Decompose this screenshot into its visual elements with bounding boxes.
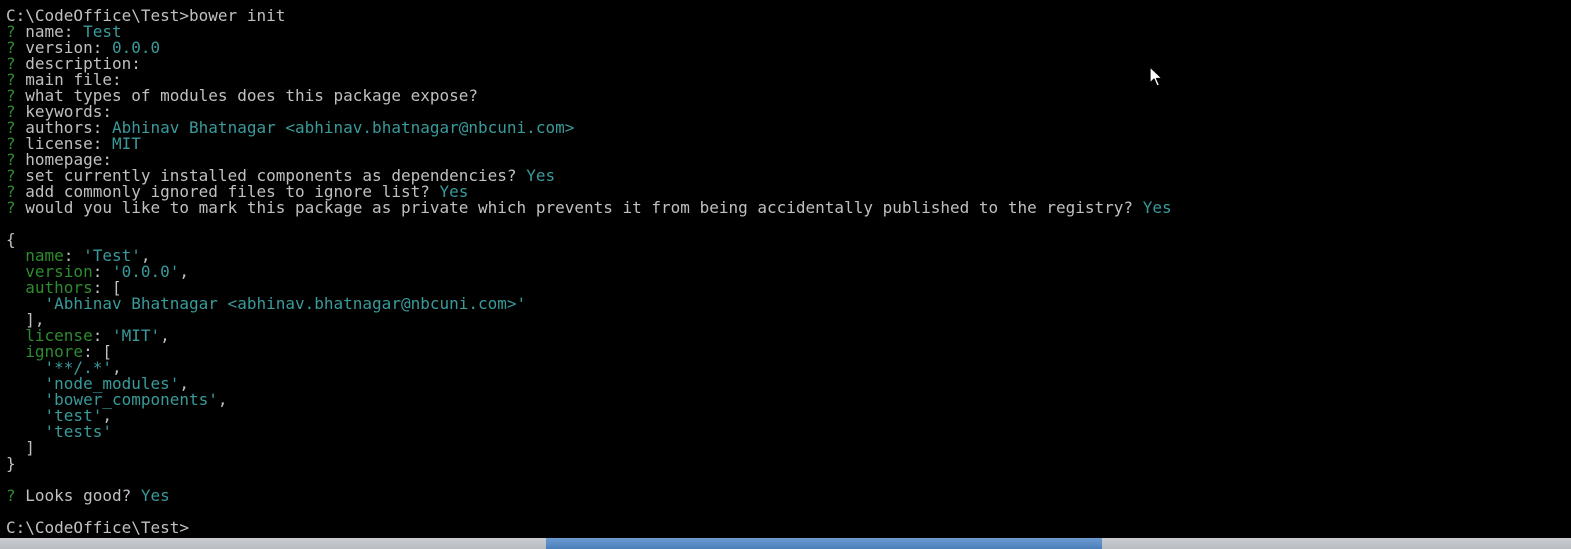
console-line: ] [6,440,1172,456]
console-output: C:\CodeOffice\Test>bower init? name: Tes… [6,8,1172,536]
console-line: ], [6,312,1172,328]
console-text: , [179,262,190,281]
console-line: ? authors: Abhinav Bhatnagar <abhinav.bh… [6,120,1172,136]
console-window[interactable]: C:\CodeOffice\Test>bower init? name: Tes… [0,0,1571,538]
console-text: , [160,326,170,345]
json-string: 'tests' [44,422,112,441]
prompt-marker: ? [6,486,16,505]
console-line: license: 'MIT', [6,328,1172,344]
console-line: C:\CodeOffice\Test>bower init [6,8,1172,24]
console-line: ? name: Test [6,24,1172,40]
taskbar-thumbnail[interactable] [546,538,1102,549]
json-string: '0.0.0' [111,262,180,281]
console-line: ? Looks good? Yes [6,488,1172,504]
taskbar-strip [0,538,1571,549]
console-line: ignore: [ [6,344,1172,360]
prompt-answer: MIT [111,134,141,153]
console-line: ? license: MIT [6,136,1172,152]
console-line: ? description: [6,56,1172,72]
console-line: { [6,232,1172,248]
console-text: } [6,454,16,473]
console-text: Looks good? [15,486,141,505]
console-line: ? would you like to mark this package as… [6,200,1172,216]
console-line: 'tests' [6,424,1172,440]
prompt-answer: Abhinav Bhatnagar <abhinav.bhatnagar@nbc… [111,118,575,137]
console-line: ? what types of modules does this packag… [6,88,1172,104]
prompt-answer: Yes [1142,198,1172,217]
json-string: 'Abhinav Bhatnagar <abhinav.bhatnagar@nb… [44,294,527,313]
console-line: ? version: 0.0.0 [6,40,1172,56]
console-text: C:\CodeOffice\Test> [6,518,190,537]
console-text: , [217,390,228,409]
prompt-marker: ? [6,198,16,217]
prompt-answer: Yes [526,166,556,185]
console-line: } [6,456,1172,472]
prompt-answer: Yes [140,486,170,505]
console-line: 'test', [6,408,1172,424]
console-line: 'Abhinav Bhatnagar <abhinav.bhatnagar@nb… [6,296,1172,312]
console-line: 'bower_components', [6,392,1172,408]
mouse-pointer-icon [1149,66,1163,87]
console-text: would you like to mark this package as p… [15,198,1143,217]
console-line: C:\CodeOffice\Test> [6,520,1172,536]
json-string: 'MIT' [111,326,161,345]
console-line: version: '0.0.0', [6,264,1172,280]
